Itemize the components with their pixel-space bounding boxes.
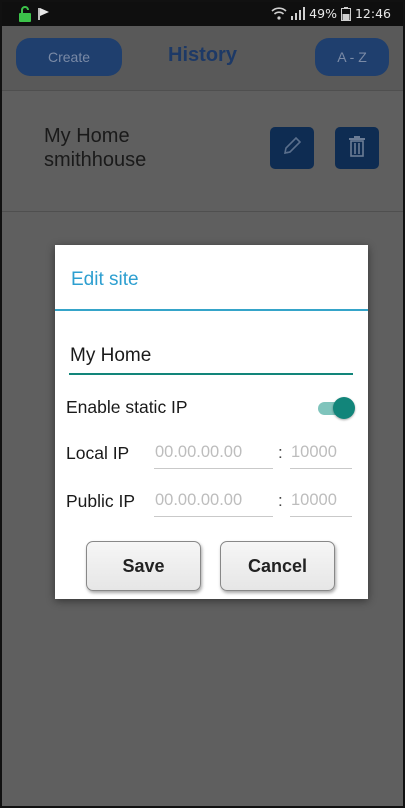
- public-ip-input[interactable]: 00.00.00.00: [154, 491, 273, 517]
- public-port-input[interactable]: 10000: [290, 491, 352, 517]
- flag-icon: [38, 7, 50, 21]
- clock: 12:46: [354, 6, 391, 21]
- save-button[interactable]: Save: [86, 541, 201, 591]
- public-port-separator: :: [278, 491, 283, 510]
- status-bar: 49% 12:46: [2, 2, 403, 26]
- unlock-icon: [18, 6, 32, 22]
- battery-percent: 49%: [309, 6, 337, 21]
- edit-site-dialog: Edit site My Home Enable static IP Local…: [55, 245, 368, 599]
- wifi-icon: [271, 7, 287, 20]
- trash-icon: [347, 135, 367, 162]
- app-header: Create History A - Z: [2, 26, 403, 90]
- toggle-thumb: [333, 397, 355, 419]
- status-right: 49% 12:46: [271, 6, 391, 21]
- public-ip-label: Public IP: [66, 491, 136, 511]
- app-frame: 49% 12:46 Create History A - Z My Home s…: [0, 0, 405, 808]
- sort-az-button[interactable]: A - Z: [315, 38, 389, 76]
- signal-icon: [291, 7, 306, 20]
- battery-icon: [340, 6, 351, 21]
- edit-button[interactable]: [270, 127, 314, 169]
- dialog-divider: [55, 309, 368, 311]
- cancel-button[interactable]: Cancel: [220, 541, 335, 591]
- static-ip-toggle[interactable]: [316, 397, 355, 419]
- local-ip-input[interactable]: 00.00.00.00: [154, 443, 273, 469]
- site-name: My Home: [44, 125, 130, 147]
- delete-button[interactable]: [335, 127, 379, 169]
- local-ip-label: Local IP: [66, 443, 130, 463]
- local-port-separator: :: [278, 443, 283, 462]
- pencil-icon: [281, 135, 303, 162]
- site-host: smithhouse: [44, 149, 147, 171]
- site-name-input[interactable]: My Home: [69, 345, 353, 375]
- static-ip-label: Enable static IP: [66, 397, 188, 417]
- dialog-title: Edit site: [71, 269, 139, 290]
- list-item[interactable]: My Home smithhouse: [2, 90, 403, 212]
- local-port-input[interactable]: 10000: [290, 443, 352, 469]
